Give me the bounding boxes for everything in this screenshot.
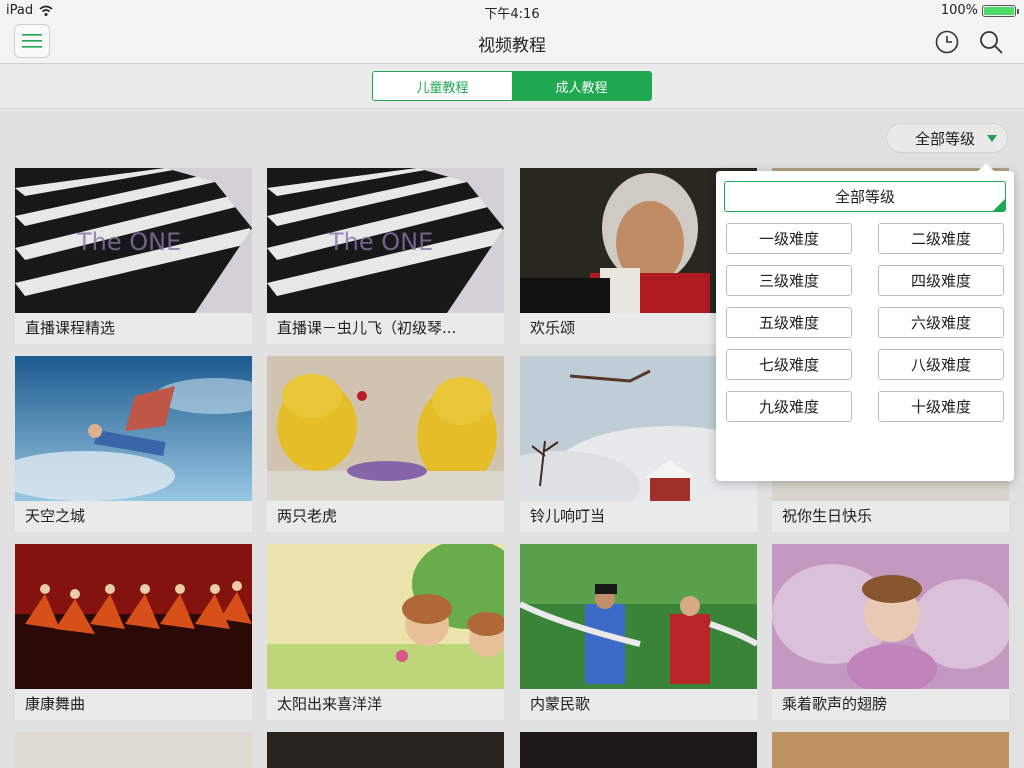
video-title: 铃儿响叮当 [530,507,606,525]
page-title: 视频教程 [478,36,546,56]
popover-arrow [978,163,994,171]
level-option-9[interactable]: 九级难度 [726,391,852,422]
video-card[interactable] [772,732,1009,768]
level-filter-dropdown[interactable]: 全部等级 [886,123,1008,153]
video-card[interactable] [15,732,252,768]
video-card[interactable]: The ONE 直播课程精选 [15,168,252,344]
piano-keys-thumbnail: The ONE [267,168,504,313]
cartoon-kids-thumbnail [267,544,504,689]
video-title: 天空之城 [25,507,86,525]
video-card[interactable]: 两只老虎 [267,356,504,532]
video-card[interactable] [267,732,504,768]
navigation-bar: 视频教程 [0,20,1024,64]
video-card[interactable]: 康康舞曲 [15,544,252,720]
menu-button[interactable] [14,24,50,58]
hamburger-icon [22,34,42,48]
video-card[interactable]: 内蒙民歌 [520,544,757,720]
search-icon[interactable] [978,29,1004,55]
video-title: 康康舞曲 [25,695,86,713]
video-title: 直播课程精选 [25,319,116,337]
video-title: 两只老虎 [277,507,338,525]
video-card[interactable]: 天空之城 [15,356,252,532]
video-title: 直播课－虫儿飞（初级琴... [277,319,457,337]
level-option-all[interactable]: 全部等级 [724,181,1006,212]
video-card[interactable]: 太阳出来喜洋洋 [267,544,504,720]
svg-text:The ONE: The ONE [76,228,181,256]
status-bar: iPad 下午4:16 100% [0,0,1024,22]
video-card[interactable]: The ONE 直播课－虫儿飞（初级琴... [267,168,504,344]
cancan-dancers-thumbnail [15,544,252,689]
video-card[interactable]: 乘着歌声的翅膀 [772,544,1009,720]
battery-percent: 100% [940,3,978,18]
video-thumbnail [520,732,757,768]
caret-down-icon [987,135,997,142]
battery-icon [982,4,1019,17]
angel-girl-thumbnail [772,544,1009,689]
video-thumbnail [15,732,252,768]
video-title: 祝你生日快乐 [782,507,873,525]
video-card[interactable] [520,732,757,768]
level-option-2[interactable]: 二级难度 [878,223,1004,254]
sky-castle-thumbnail [15,356,252,501]
video-title: 内蒙民歌 [530,695,591,713]
level-option-5[interactable]: 五级难度 [726,307,852,338]
two-tigers-thumbnail [267,356,504,501]
level-filter-label: 全部等级 [915,129,976,148]
svg-text:The ONE: The ONE [328,228,433,256]
level-popover: 全部等级 一级难度 二级难度 三级难度 四级难度 五级难度 六级难度 七级难度 … [716,163,1014,481]
level-option-1[interactable]: 一级难度 [726,223,852,254]
video-thumbnail [267,732,504,768]
piano-keys-thumbnail: The ONE [15,168,252,313]
video-title: 乘着歌声的翅膀 [782,695,888,713]
level-option-10[interactable]: 十级难度 [878,391,1004,422]
segmented-control: 儿童教程 成人教程 [372,71,652,101]
tab-adult-tutorial[interactable]: 成人教程 [512,72,651,100]
level-option-3[interactable]: 三级难度 [726,265,852,296]
level-option-7[interactable]: 七级难度 [726,349,852,380]
tab-bar: 儿童教程 成人教程 [0,65,1024,109]
video-thumbnail [772,732,1009,768]
level-option-label: 全部等级 [834,188,895,206]
tab-children-tutorial[interactable]: 儿童教程 [373,72,512,100]
mongolian-dancers-thumbnail [520,544,757,689]
video-title: 太阳出来喜洋洋 [277,695,383,713]
history-clock-icon[interactable] [934,29,960,55]
status-right: 100% [940,3,1019,18]
level-option-4[interactable]: 四级难度 [878,265,1004,296]
level-option-8[interactable]: 八级难度 [878,349,1004,380]
level-option-6[interactable]: 六级难度 [878,307,1004,338]
selected-corner-icon [993,199,1005,211]
